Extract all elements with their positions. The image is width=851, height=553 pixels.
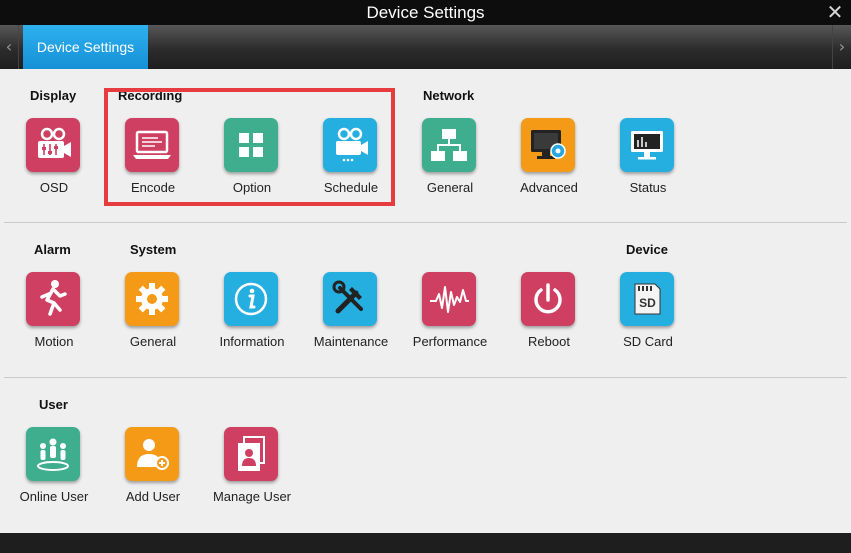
sd-card-label: SD Card: [623, 334, 673, 349]
maintenance-button[interactable]: Maintenance: [301, 272, 401, 362]
bottom-bar: [0, 533, 851, 553]
manage-user-icon: [224, 427, 278, 481]
user-section-label: User: [39, 397, 68, 412]
recording-highlight-box: [104, 88, 395, 206]
chevron-right-icon[interactable]: ›: [832, 25, 851, 69]
window-title: Device Settings: [366, 3, 485, 22]
settings-panel: Display Recording Network OSD Encode Opt…: [0, 69, 851, 533]
gear-icon: [125, 272, 179, 326]
sd-text: SD: [639, 296, 656, 310]
tools-icon: [323, 272, 377, 326]
sd-card-button[interactable]: SD SD Card: [598, 272, 698, 362]
tab-device-settings[interactable]: Device Settings: [23, 25, 148, 69]
display-section-label: Display: [30, 88, 77, 103]
running-person-icon: [26, 272, 80, 326]
chevron-left-icon[interactable]: ‹: [0, 25, 19, 69]
status-label: Status: [629, 180, 667, 195]
info-icon: [224, 272, 278, 326]
video-camera-sliders-icon: [26, 118, 80, 172]
close-icon[interactable]: ✕: [825, 0, 845, 25]
motion-button[interactable]: Motion: [4, 272, 104, 362]
performance-button[interactable]: Performance: [400, 272, 500, 362]
row-alarm-system-device: Alarm System Device Motion General Infor…: [0, 223, 851, 377]
alarm-section-label: Alarm: [34, 242, 71, 257]
manage-user-label: Manage User: [212, 489, 292, 504]
power-icon: [521, 272, 575, 326]
row-display-recording-network: Display Recording Network OSD Encode Opt…: [0, 69, 851, 222]
system-section-label: System: [130, 242, 177, 257]
information-button[interactable]: Information: [202, 272, 302, 362]
manage-user-button[interactable]: Manage User: [202, 427, 302, 517]
sd-card-icon: SD: [620, 272, 674, 326]
reboot-button[interactable]: Reboot: [499, 272, 599, 362]
device-section-label: Device: [626, 242, 668, 257]
users-icon: [26, 427, 80, 481]
status-button[interactable]: Status: [598, 118, 698, 208]
add-user-icon: [125, 427, 179, 481]
monitor-gear-icon: [521, 118, 575, 172]
add-user-button[interactable]: Add User: [103, 427, 203, 517]
row-user: User Online User Add User Manage User: [0, 378, 851, 533]
waveform-icon: [422, 272, 476, 326]
advanced-button[interactable]: Advanced: [499, 118, 599, 208]
network-icon: [422, 118, 476, 172]
network-section-label: Network: [423, 88, 475, 103]
system-general-button[interactable]: General: [103, 272, 203, 362]
tab-bar: ‹ Device Settings ›: [0, 25, 851, 69]
network-general-button[interactable]: General: [400, 118, 500, 208]
window-titlebar: Device Settings ✕: [0, 0, 851, 25]
monitor-status-icon: [620, 118, 674, 172]
online-user-button[interactable]: Online User: [4, 427, 104, 517]
osd-button[interactable]: OSD: [4, 118, 104, 208]
